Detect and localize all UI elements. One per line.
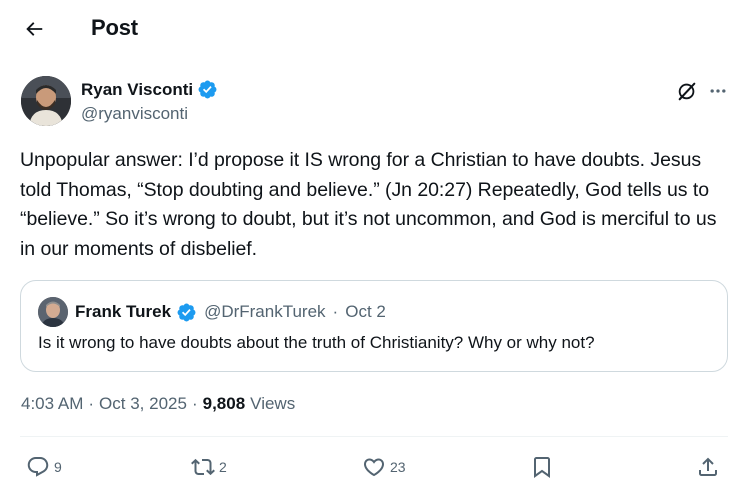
bookmark-icon bbox=[534, 457, 550, 478]
reply-count: 9 bbox=[54, 459, 62, 475]
repost-button[interactable]: 2 bbox=[191, 448, 227, 486]
like-count: 23 bbox=[390, 459, 406, 475]
reply-icon bbox=[27, 457, 49, 477]
dot-separator: · bbox=[191, 394, 198, 413]
bookmark-button[interactable] bbox=[530, 448, 554, 486]
repost-count: 2 bbox=[219, 459, 227, 475]
verified-badge-icon bbox=[197, 79, 218, 100]
more-options-button[interactable] bbox=[705, 78, 731, 104]
grok-button[interactable] bbox=[674, 78, 700, 104]
top-bar: Post bbox=[0, 0, 746, 58]
quoted-post-card[interactable]: Frank Turek @DrFrankTurek · Oct 2 Is it … bbox=[20, 280, 728, 372]
repost-icon bbox=[191, 458, 215, 476]
post-meta: 4:03 AM · Oct 3, 2025 · 9,808 Views bbox=[21, 394, 295, 414]
author-handle[interactable]: @ryanvisconti bbox=[81, 104, 188, 124]
quoted-avatar bbox=[38, 297, 68, 327]
post-date[interactable]: Oct 3, 2025 bbox=[99, 394, 187, 414]
grok-icon bbox=[678, 82, 696, 101]
avatar[interactable] bbox=[21, 76, 71, 126]
action-bar: 9 2 23 bbox=[20, 448, 728, 486]
quoted-author-handle: @DrFrankTurek bbox=[204, 302, 326, 321]
quoted-post-header: Frank Turek @DrFrankTurek · Oct 2 bbox=[38, 297, 386, 327]
author-row: Ryan Visconti @ryanvisconti bbox=[21, 76, 733, 128]
post-time[interactable]: 4:03 AM bbox=[21, 394, 83, 414]
heart-icon bbox=[363, 458, 385, 477]
divider bbox=[20, 436, 728, 437]
views-count: 9,808 bbox=[202, 394, 246, 413]
quoted-author-name: Frank Turek bbox=[75, 302, 172, 321]
quoted-post-date: Oct 2 bbox=[345, 302, 386, 321]
dot-separator: · bbox=[332, 302, 339, 321]
arrow-left-icon bbox=[26, 22, 43, 36]
dot-separator: · bbox=[88, 394, 95, 413]
page-title: Post bbox=[91, 15, 138, 40]
tweet-text: Unpopular answer: I’d propose it IS wron… bbox=[20, 149, 717, 260]
views-label: Views bbox=[250, 394, 296, 413]
author-display-name[interactable]: Ryan Visconti bbox=[81, 80, 193, 100]
back-button[interactable] bbox=[16, 11, 52, 47]
quoted-post-text: Is it wrong to have doubts about the tru… bbox=[38, 333, 595, 352]
name-line: Ryan Visconti bbox=[81, 79, 218, 100]
verified-badge-icon bbox=[176, 302, 197, 323]
more-horizontal-icon bbox=[710, 89, 726, 93]
share-icon bbox=[699, 457, 717, 476]
like-button[interactable]: 23 bbox=[362, 448, 406, 486]
reply-button[interactable]: 9 bbox=[26, 448, 62, 486]
share-button[interactable] bbox=[696, 448, 720, 486]
